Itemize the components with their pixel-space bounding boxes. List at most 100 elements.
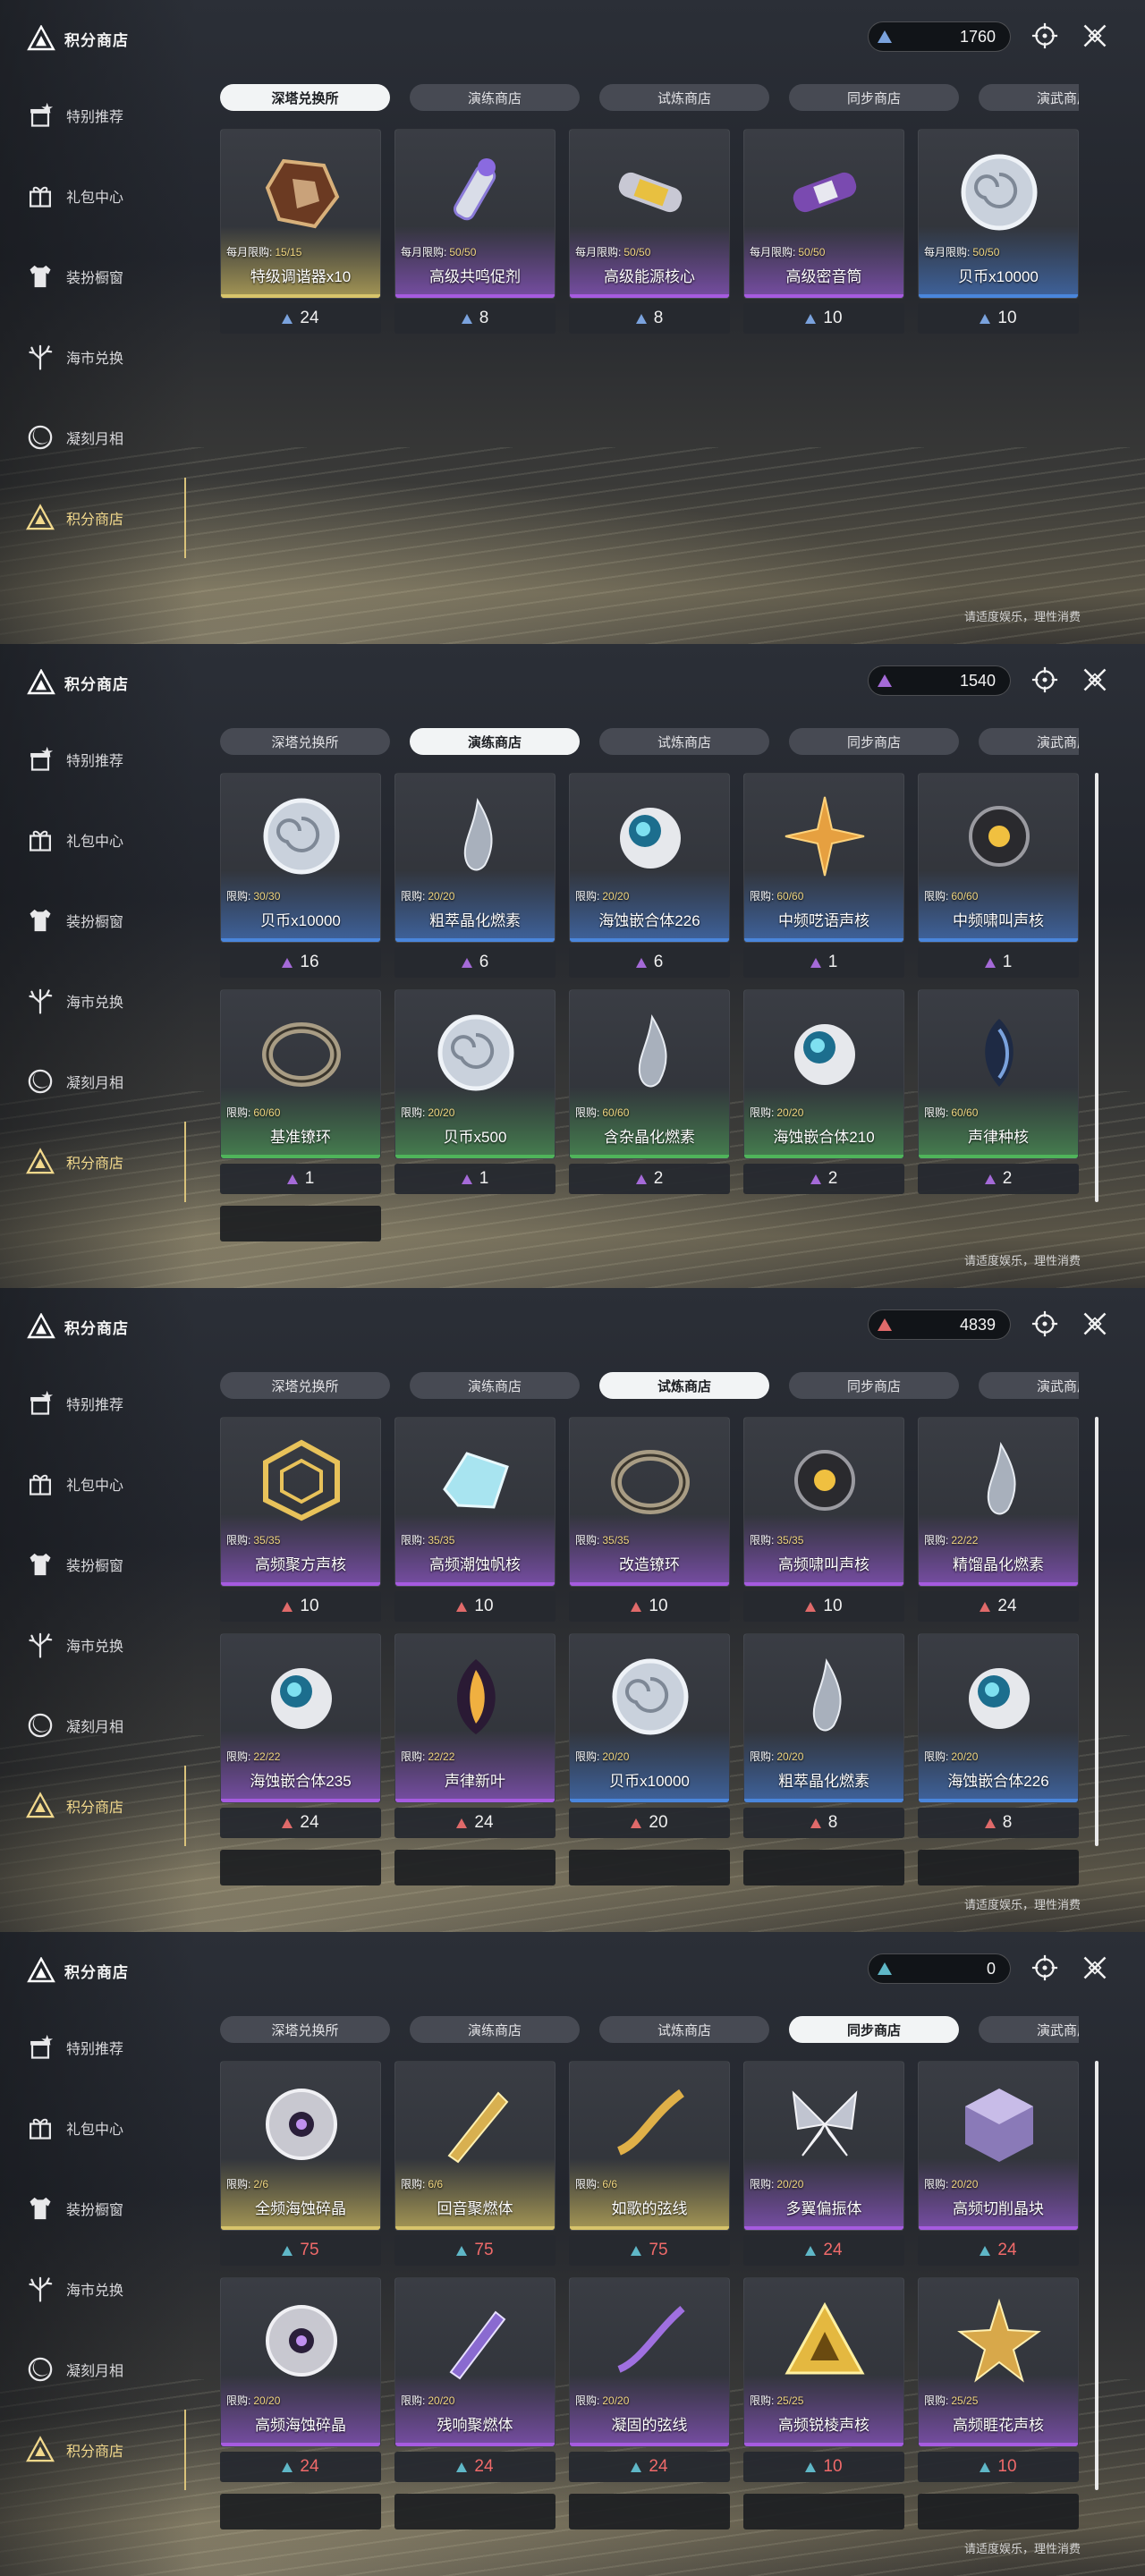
target-icon[interactable] — [1030, 665, 1061, 696]
tab-2[interactable]: 演练商店 — [410, 1372, 580, 1399]
shop-item-card[interactable]: 限购: 22/22 海蚀嵌合体235 24 — [220, 1633, 381, 1841]
shop-item-card[interactable]: 限购: 35/35 改造镣环 10 — [569, 1417, 730, 1624]
shop-item-card[interactable]: 限购: 60/60 含杂晶化燃素 2 — [569, 989, 730, 1197]
next-row-card[interactable] — [569, 1850, 730, 1885]
shop-item-card[interactable]: 限购: 20/20 多翼偏振体 24 — [743, 2061, 904, 2268]
sidebar-item-5[interactable]: 凝刻月相 — [25, 1685, 186, 1766]
sidebar-item-4[interactable]: 海市兑换 — [25, 1605, 186, 1685]
shop-item-card[interactable]: 限购: 25/25 高频睚花声核 10 — [918, 2277, 1079, 2485]
tab-5[interactable]: 演武商店 — [979, 1372, 1079, 1399]
tab-1[interactable]: 深塔兑换所 — [220, 84, 390, 111]
shop-item-card[interactable]: 限购: 6/6 如歌的弦线 75 — [569, 2061, 730, 2268]
next-row-card[interactable] — [394, 1850, 556, 1885]
sidebar-item-3[interactable]: 装扮橱窗 — [25, 1524, 186, 1605]
target-icon[interactable] — [1030, 1309, 1061, 1340]
shop-item-card[interactable]: 每月限购: 50/50 高级能源核心 8 — [569, 129, 730, 336]
sidebar-item-6[interactable]: 积分商店 — [25, 1122, 186, 1202]
next-row-card[interactable] — [918, 2494, 1079, 2529]
shop-item-card[interactable]: 每月限购: 50/50 贝币x10000 10 — [918, 129, 1079, 336]
tab-2[interactable]: 演练商店 — [410, 84, 580, 111]
shop-item-card[interactable]: 限购: 20/20 高频切削晶块 24 — [918, 2061, 1079, 2268]
next-row-card[interactable] — [918, 1850, 1079, 1885]
shop-item-card[interactable]: 限购: 22/22 精馏晶化燃素 24 — [918, 1417, 1079, 1624]
sidebar-item-1[interactable]: 特别推荐 — [25, 719, 186, 800]
tab-5[interactable]: 演武商店 — [979, 728, 1079, 755]
tab-2[interactable]: 演练商店 — [410, 2016, 580, 2043]
tab-4[interactable]: 同步商店 — [789, 2016, 959, 2043]
sidebar-item-1[interactable]: 特别推荐 — [25, 75, 186, 156]
tab-5[interactable]: 演武商店 — [979, 84, 1079, 111]
shop-item-card[interactable]: 限购: 2/6 全频海蚀碎晶 75 — [220, 2061, 381, 2268]
tab-1[interactable]: 深塔兑换所 — [220, 2016, 390, 2043]
sidebar-item-5[interactable]: 凝刻月相 — [25, 397, 186, 478]
tab-5[interactable]: 演武商店 — [979, 2016, 1079, 2043]
next-row-card[interactable] — [220, 2494, 381, 2529]
scrollbar[interactable] — [1095, 773, 1098, 1202]
tab-4[interactable]: 同步商店 — [789, 84, 959, 111]
tab-3[interactable]: 试炼商店 — [599, 1372, 769, 1399]
shop-item-card[interactable]: 限购: 6/6 回音聚燃体 75 — [394, 2061, 556, 2268]
sidebar-item-5[interactable]: 凝刻月相 — [25, 2329, 186, 2410]
shop-item-card[interactable]: 限购: 20/20 贝币x500 1 — [394, 989, 556, 1197]
shop-item-card[interactable]: 限购: 20/20 海蚀嵌合体226 6 — [569, 773, 730, 980]
sidebar-item-6[interactable]: 积分商店 — [25, 1766, 186, 1846]
sidebar-item-5[interactable]: 凝刻月相 — [25, 1041, 186, 1122]
shop-item-card[interactable]: 限购: 35/35 高频潮蚀帆核 10 — [394, 1417, 556, 1624]
shop-item-card[interactable]: 限购: 25/25 高频锐棱声核 10 — [743, 2277, 904, 2485]
next-row-card[interactable] — [220, 1206, 381, 1241]
next-row-card[interactable] — [743, 2494, 904, 2529]
shop-item-card[interactable]: 限购: 20/20 粗萃晶化燃素 6 — [394, 773, 556, 980]
shop-item-card[interactable]: 限购: 20/20 高频海蚀碎晶 24 — [220, 2277, 381, 2485]
close-icon[interactable] — [1081, 1953, 1111, 1984]
shop-item-card[interactable]: 限购: 60/60 声律种核 2 — [918, 989, 1079, 1197]
sidebar-item-2[interactable]: 礼包中心 — [25, 156, 186, 236]
sidebar-item-3[interactable]: 装扮橱窗 — [25, 2168, 186, 2249]
shop-item-card[interactable]: 限购: 60/60 中频呓语声核 1 — [743, 773, 904, 980]
shop-item-card[interactable]: 限购: 35/35 高频啸叫声核 10 — [743, 1417, 904, 1624]
close-icon[interactable] — [1081, 1309, 1111, 1340]
close-icon[interactable] — [1081, 21, 1111, 52]
shop-item-card[interactable]: 限购: 20/20 海蚀嵌合体226 8 — [918, 1633, 1079, 1841]
shop-item-card[interactable]: 限购: 60/60 中频啸叫声核 1 — [918, 773, 1079, 980]
tab-3[interactable]: 试炼商店 — [599, 84, 769, 111]
tab-1[interactable]: 深塔兑换所 — [220, 728, 390, 755]
next-row-card[interactable] — [220, 1850, 381, 1885]
sidebar-item-3[interactable]: 装扮橱窗 — [25, 880, 186, 961]
shop-item-card[interactable]: 每月限购: 50/50 高级共鸣促剂 8 — [394, 129, 556, 336]
sidebar-item-3[interactable]: 装扮橱窗 — [25, 236, 186, 317]
sidebar-item-2[interactable]: 礼包中心 — [25, 1444, 186, 1524]
sidebar-item-1[interactable]: 特别推荐 — [25, 2007, 186, 2088]
shop-item-card[interactable]: 限购: 35/35 高频聚方声核 10 — [220, 1417, 381, 1624]
shop-item-card[interactable]: 限购: 20/20 残响聚燃体 24 — [394, 2277, 556, 2485]
sidebar-item-1[interactable]: 特别推荐 — [25, 1363, 186, 1444]
next-row-card[interactable] — [743, 1850, 904, 1885]
shop-item-card[interactable]: 限购: 20/20 海蚀嵌合体210 2 — [743, 989, 904, 1197]
sidebar-item-2[interactable]: 礼包中心 — [25, 2088, 186, 2168]
tab-3[interactable]: 试炼商店 — [599, 728, 769, 755]
shop-item-card[interactable]: 限购: 22/22 声律新叶 24 — [394, 1633, 556, 1841]
shop-item-card[interactable]: 每月限购: 50/50 高级密音筒 10 — [743, 129, 904, 336]
scrollbar[interactable] — [1095, 2061, 1098, 2490]
scrollbar[interactable] — [1095, 1417, 1098, 1846]
tab-4[interactable]: 同步商店 — [789, 728, 959, 755]
tab-1[interactable]: 深塔兑换所 — [220, 1372, 390, 1399]
next-row-card[interactable] — [569, 2494, 730, 2529]
shop-item-card[interactable]: 限购: 60/60 基准镣环 1 — [220, 989, 381, 1197]
shop-item-card[interactable]: 限购: 20/20 贝币x10000 20 — [569, 1633, 730, 1841]
sidebar-item-4[interactable]: 海市兑换 — [25, 2249, 186, 2329]
sidebar-item-4[interactable]: 海市兑换 — [25, 317, 186, 397]
target-icon[interactable] — [1030, 1953, 1061, 1984]
shop-item-card[interactable]: 限购: 20/20 凝固的弦线 24 — [569, 2277, 730, 2485]
tab-2[interactable]: 演练商店 — [410, 728, 580, 755]
close-icon[interactable] — [1081, 665, 1111, 696]
shop-item-card[interactable]: 每月限购: 15/15 特级调谐器x10 24 — [220, 129, 381, 336]
sidebar-item-6[interactable]: 积分商店 — [25, 478, 186, 558]
next-row-card[interactable] — [394, 2494, 556, 2529]
sidebar-item-4[interactable]: 海市兑换 — [25, 961, 186, 1041]
sidebar-item-6[interactable]: 积分商店 — [25, 2410, 186, 2490]
tab-4[interactable]: 同步商店 — [789, 1372, 959, 1399]
shop-item-card[interactable]: 限购: 20/20 粗萃晶化燃素 8 — [743, 1633, 904, 1841]
target-icon[interactable] — [1030, 21, 1061, 52]
tab-3[interactable]: 试炼商店 — [599, 2016, 769, 2043]
shop-item-card[interactable]: 限购: 30/30 贝币x10000 16 — [220, 773, 381, 980]
